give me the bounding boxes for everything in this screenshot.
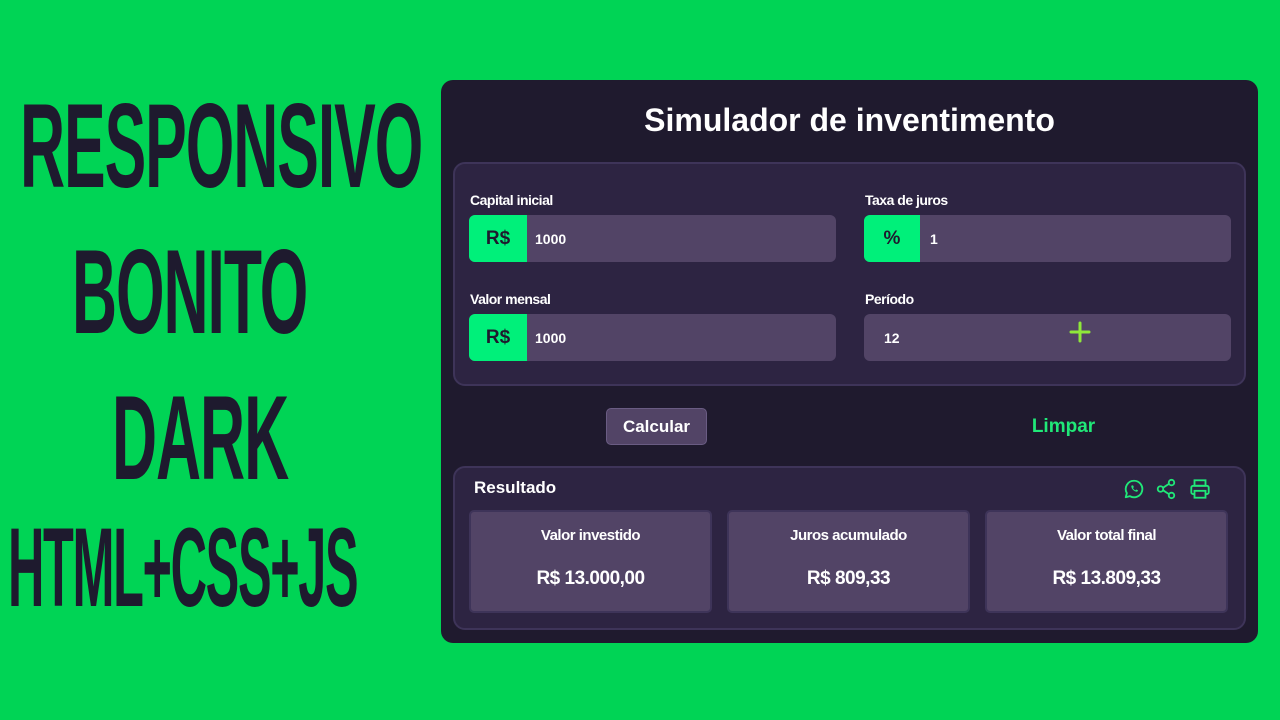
- card-label: Valor investido: [540, 527, 641, 544]
- result-title: Resultado: [474, 478, 557, 497]
- mensal-input[interactable]: R$ 1000: [469, 314, 836, 361]
- percent-prefix: %: [864, 215, 920, 262]
- inputs-panel: Capital inicial R$ 1000 Taxa de juros % …: [453, 162, 1246, 386]
- headline-line-2: BONITO: [72, 225, 308, 359]
- periodo-input[interactable]: 12: [864, 314, 1231, 361]
- currency-prefix: R$: [469, 314, 527, 361]
- clear-button[interactable]: Limpar: [1011, 408, 1116, 445]
- card-value: R$ 809,33: [806, 568, 891, 589]
- taxa-label: Taxa de juros: [865, 192, 948, 208]
- card-value: R$ 13.000,00: [536, 568, 645, 589]
- headline-line-4: HTML+CSS+JS: [8, 505, 359, 630]
- result-card-total: Valor total final R$ 13.809,33: [985, 510, 1228, 613]
- whatsapp-icon[interactable]: [1123, 478, 1145, 500]
- print-icon[interactable]: [1189, 478, 1211, 500]
- mensal-label: Valor mensal: [470, 291, 551, 307]
- app-title: Simulador de inventimento: [644, 102, 1055, 138]
- currency-prefix: R$: [469, 215, 527, 262]
- result-card-interest: Juros acumulado R$ 809,33: [727, 510, 970, 613]
- result-card-invested: Valor investido R$ 13.000,00: [469, 510, 712, 613]
- capital-input[interactable]: R$ 1000: [469, 215, 836, 262]
- capital-value[interactable]: 1000: [535, 215, 566, 262]
- capital-label: Capital inicial: [470, 192, 553, 208]
- periodo-value[interactable]: 12: [884, 314, 900, 361]
- headline: RESPONSIVO BONITO DARK HTML+CSS+JS: [0, 0, 440, 720]
- share-icon[interactable]: [1155, 478, 1177, 500]
- mensal-value[interactable]: 1000: [535, 314, 566, 361]
- move-cursor-icon: [1069, 321, 1091, 343]
- result-panel: Resultado Valor investido R$ 13.000,00 J…: [453, 466, 1246, 630]
- card-label: Valor total final: [1056, 527, 1157, 544]
- headline-line-3: DARK: [112, 371, 289, 505]
- taxa-input[interactable]: % 1: [864, 215, 1231, 262]
- taxa-value[interactable]: 1: [930, 215, 938, 262]
- calculate-button[interactable]: Calcular: [606, 408, 707, 445]
- simulator-window: Simulador de inventimento Capital inicia…: [441, 80, 1258, 643]
- headline-line-1: RESPONSIVO: [20, 79, 423, 213]
- card-label: Juros acumulado: [790, 527, 907, 544]
- card-value: R$ 13.809,33: [1052, 568, 1161, 589]
- periodo-label: Período: [865, 291, 914, 307]
